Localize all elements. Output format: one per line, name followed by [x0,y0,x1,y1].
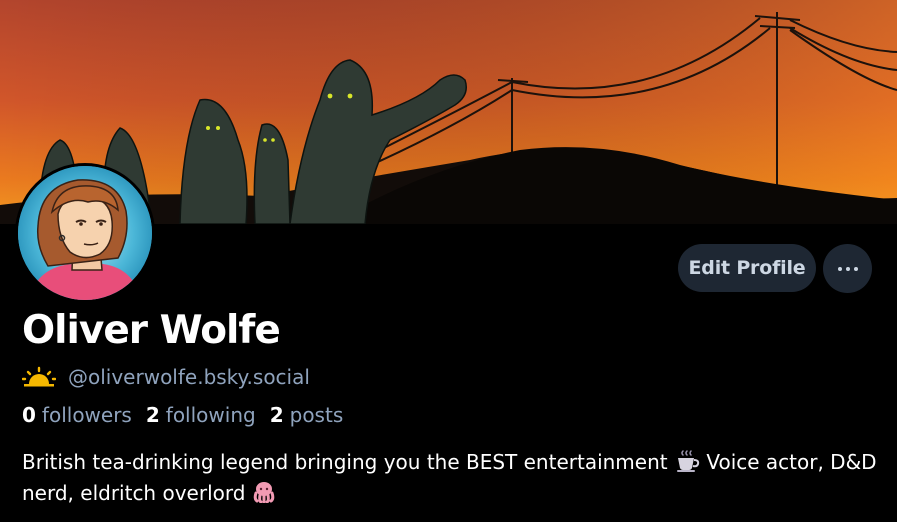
teacup-icon [676,450,700,472]
followers-stat[interactable]: 0 followers [22,403,132,427]
ellipsis-icon [845,266,850,271]
bio-text-part1: British tea-drinking legend bringing you… [22,450,668,474]
more-options-button[interactable] [823,244,872,293]
display-name: Oliver Wolfe [22,308,281,353]
ellipsis-icon [837,266,842,271]
followers-label: followers [41,403,132,427]
profile-bio: British tea-drinking legend bringing you… [22,447,882,509]
followers-count: 0 [22,403,36,427]
edit-profile-button[interactable]: Edit Profile [678,244,816,292]
following-count: 2 [145,403,160,427]
following-stat[interactable]: 2 following [146,403,256,427]
octopus-icon [253,482,275,503]
ellipsis-icon [853,266,858,271]
sunrise-icon [22,366,56,387]
handle-row: @oliverwolfe.bsky.social [22,364,310,390]
profile-stats: 0 followers 2 following 2 posts [22,403,343,427]
user-handle[interactable]: @oliverwolfe.bsky.social [68,365,310,389]
following-label: following [165,403,256,427]
posts-label: posts [289,403,344,427]
posts-count: 2 [269,403,284,427]
avatar-illustration [18,166,152,300]
posts-stat: 2 posts [270,403,344,427]
profile-avatar[interactable] [15,163,155,303]
